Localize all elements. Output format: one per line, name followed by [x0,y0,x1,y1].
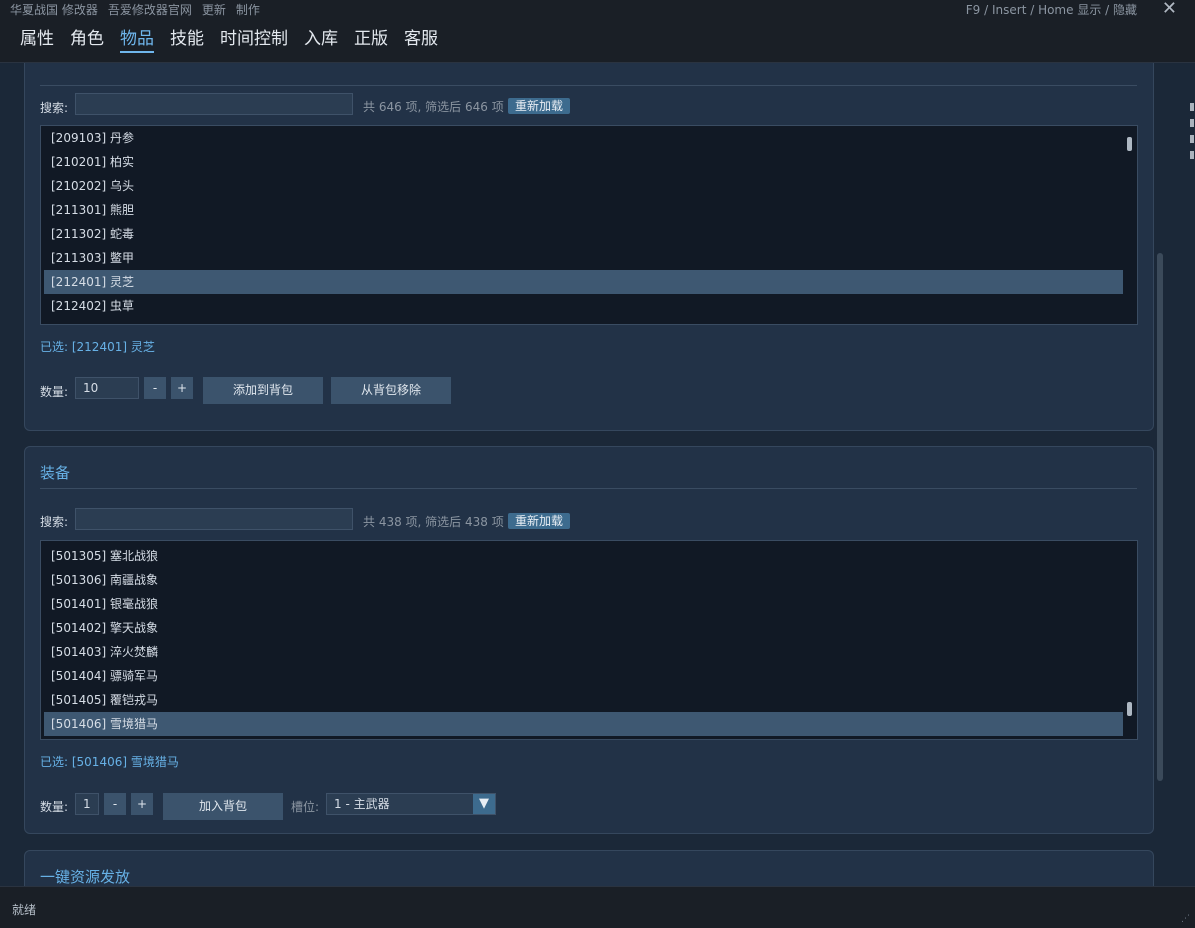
slot-select-value: 1 - 主武器 [334,797,390,811]
menu-bar: 华夏战国 修改器 吾爱修改器官网 更新 制作 [10,1,260,17]
list-item[interactable]: [210202] 乌头 [44,174,1123,198]
list-item[interactable]: [501404] 骠骑军马 [44,664,1123,688]
item-listbox[interactable]: [209103] 丹参 [210201] 柏实 [210202] 乌头 [211… [40,125,1138,325]
equipment-listbox[interactable]: [501305] 塞北战狼 [501306] 南疆战象 [501401] 银毫战… [40,540,1138,740]
tab-attributes[interactable]: 属性 [20,24,54,53]
list-item[interactable]: [501403] 淬火焚麟 [44,640,1123,664]
list-item[interactable]: [211302] 蛇毒 [44,222,1123,246]
menu-item-website[interactable]: 吾爱修改器官网 [108,1,192,17]
list-item[interactable]: [501305] 塞北战狼 [44,544,1123,568]
equipment-search-input[interactable] [75,508,353,530]
list-scrollbar[interactable] [1127,702,1132,716]
title-bar: 华夏战国 修改器 吾爱修改器官网 更新 制作 F9 / Insert / Hom… [0,0,1195,63]
item-qty-input[interactable]: 10 [75,377,139,399]
tab-items[interactable]: 物品 [120,24,154,53]
chevron-down-icon[interactable]: ▼ [473,794,495,814]
resource-title: 一键资源发放 [40,868,131,886]
resource-panel: 一键资源发放 [24,850,1154,886]
list-item[interactable]: [210201] 柏实 [44,150,1123,174]
list-item-selected[interactable]: [501406] 雪境猎马 [44,712,1123,736]
list-item[interactable]: [501405] 覆铠戎马 [44,688,1123,712]
status-text: 就绪 [12,903,37,917]
equipment-reload-button[interactable]: 重新加载 [508,513,571,529]
item-selected-text: 已选: [212401] 灵芝 [40,340,155,354]
remove-from-bag-button[interactable]: 从背包移除 [331,377,451,404]
menu-item-credits[interactable]: 制作 [236,1,260,17]
equipment-panel: 装备 搜索: 共 438 项, 筛选后 438 项 重新加载 [501305] … [24,446,1154,834]
list-item[interactable]: [212402] 虫草 [44,294,1123,318]
slot-label: 槽位: [291,800,320,814]
equipment-qty-plus-button[interactable]: + [131,793,153,815]
list-item[interactable]: [501306] 南疆战象 [44,568,1123,592]
main-scrollbar-thumb[interactable] [1157,253,1163,781]
list-item[interactable]: [211301] 熊胆 [44,198,1123,222]
item-qty-minus-button[interactable]: - [144,377,166,399]
items-panel: 搜索: 共 646 项, 筛选后 646 项 重新加载 [209103] 丹参 … [24,63,1154,431]
tab-skills[interactable]: 技能 [170,24,204,53]
search-label: 搜索: [40,515,69,529]
add-equipment-button[interactable]: 加入背包 [163,793,283,820]
equipment-title: 装备 [40,464,71,482]
tab-time-control[interactable]: 时间控制 [220,24,288,53]
panel-divider [40,85,1137,86]
panel-divider [40,488,1137,489]
menu-item-update[interactable]: 更新 [202,1,226,17]
list-item[interactable]: [209103] 丹参 [44,126,1123,150]
item-qty-plus-button[interactable]: + [171,377,193,399]
item-search-input[interactable] [75,93,353,115]
list-item[interactable]: [501402] 擎天战象 [44,616,1123,640]
tab-bar: 属性 角色 物品 技能 时间控制 入库 正版 客服 [20,24,438,53]
list-scrollbar[interactable] [1127,137,1132,151]
equipment-count-text: 共 438 项, 筛选后 438 项 [363,515,504,529]
list-item[interactable]: [211303] 鳖甲 [44,246,1123,270]
hotkey-hint: F9 / Insert / Home 显示 / 隐藏 [965,3,1137,17]
list-item[interactable]: [501401] 银毫战狼 [44,592,1123,616]
slot-select[interactable]: 1 - 主武器 ▼ [326,793,496,815]
list-item-selected[interactable]: [212401] 灵芝 [44,270,1123,294]
edge-marks [1190,103,1194,183]
tab-storage[interactable]: 入库 [304,24,338,53]
add-to-bag-button[interactable]: 添加到背包 [203,377,323,404]
menu-item-app[interactable]: 华夏战国 修改器 [10,1,98,17]
equipment-selected-text: 已选: [501406] 雪境猎马 [40,755,179,769]
tab-genuine[interactable]: 正版 [354,24,388,53]
equipment-qty-minus-button[interactable]: - [104,793,126,815]
item-count-text: 共 646 项, 筛选后 646 项 [363,100,504,114]
qty-label: 数量: [40,800,69,814]
resize-grip-icon[interactable]: ⋰ [1181,914,1191,924]
search-label: 搜索: [40,101,69,115]
equipment-qty-input[interactable]: 1 [75,793,99,815]
item-reload-button[interactable]: 重新加载 [508,98,571,114]
qty-label: 数量: [40,385,69,399]
status-bar: 就绪 ⋰ [0,886,1195,928]
main-content: 搜索: 共 646 项, 筛选后 646 项 重新加载 [209103] 丹参 … [0,63,1195,886]
close-icon[interactable]: ✕ [1162,0,1177,19]
tab-support[interactable]: 客服 [404,24,438,53]
main-scrollbar[interactable] [1157,73,1163,883]
tab-character[interactable]: 角色 [70,24,104,53]
